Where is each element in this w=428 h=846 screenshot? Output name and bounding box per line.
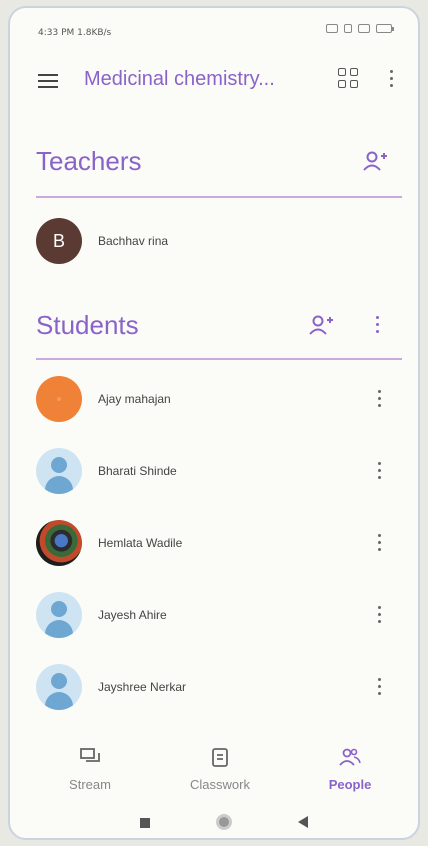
classroom-apps-icon[interactable] bbox=[338, 68, 360, 90]
student-name: Jayshree Nerkar bbox=[98, 680, 187, 694]
avatar bbox=[36, 664, 82, 710]
student-row[interactable]: Jayesh Ahire bbox=[36, 592, 396, 646]
students-divider bbox=[36, 358, 402, 360]
student-name: Jayesh Ahire bbox=[98, 608, 167, 622]
class-title: Medicinal chemistry... bbox=[84, 68, 275, 90]
teachers-header: Teachers bbox=[36, 146, 402, 186]
phone-screen: 4:33 PM 1.8KB/s Medicinal chemistry... T… bbox=[8, 6, 420, 840]
more-vert-icon[interactable] bbox=[376, 462, 382, 482]
more-vert-icon[interactable] bbox=[388, 70, 394, 90]
system-navigation bbox=[10, 808, 418, 838]
signal-icon bbox=[344, 24, 352, 33]
add-person-icon[interactable] bbox=[308, 314, 334, 336]
student-row[interactable]: Hemlata Wadile bbox=[36, 520, 396, 574]
bottom-navigation: Stream Classwork People bbox=[10, 738, 418, 800]
student-row[interactable]: Ajay mahajan bbox=[36, 376, 396, 430]
signal-icon bbox=[358, 24, 370, 33]
back-icon[interactable] bbox=[296, 815, 310, 829]
nav-label: People bbox=[328, 777, 372, 792]
student-row[interactable]: Bharati Shinde bbox=[36, 448, 396, 502]
classwork-icon bbox=[212, 748, 228, 767]
avatar bbox=[36, 592, 82, 638]
student-name: Ajay mahajan bbox=[98, 392, 171, 406]
avatar: B bbox=[36, 218, 82, 264]
nav-label: Classwork bbox=[190, 777, 250, 792]
avatar bbox=[36, 376, 82, 422]
add-person-icon[interactable] bbox=[362, 150, 388, 172]
more-vert-icon[interactable] bbox=[376, 390, 382, 410]
avatar bbox=[36, 520, 82, 566]
nav-people[interactable]: People bbox=[290, 738, 410, 792]
home-icon[interactable] bbox=[216, 814, 232, 830]
status-bar: 4:33 PM 1.8KB/s bbox=[10, 8, 418, 52]
student-name: Bharati Shinde bbox=[98, 464, 177, 478]
status-icons bbox=[326, 24, 394, 33]
sim-icon bbox=[326, 24, 338, 33]
student-row[interactable]: Jayshree Nerkar bbox=[36, 664, 396, 718]
nav-stream[interactable]: Stream bbox=[30, 738, 150, 792]
students-heading: Students bbox=[36, 310, 139, 340]
more-vert-icon[interactable] bbox=[374, 316, 380, 336]
nav-classwork[interactable]: Classwork bbox=[160, 738, 280, 792]
teacher-name: Bachhav rina bbox=[98, 234, 169, 248]
student-name: Hemlata Wadile bbox=[98, 536, 183, 550]
students-header: Students bbox=[36, 310, 402, 350]
battery-icon bbox=[376, 24, 394, 33]
more-vert-icon[interactable] bbox=[376, 534, 382, 554]
nav-label: Stream bbox=[69, 777, 111, 792]
more-vert-icon[interactable] bbox=[376, 678, 382, 698]
app-bar: Medicinal chemistry... bbox=[10, 54, 418, 110]
teacher-row[interactable]: B Bachhav rina bbox=[36, 218, 396, 272]
more-vert-icon[interactable] bbox=[376, 606, 382, 626]
status-time: 4:33 PM 1.8KB/s bbox=[38, 28, 112, 38]
stream-icon bbox=[80, 748, 100, 762]
teachers-divider bbox=[36, 196, 402, 198]
avatar bbox=[36, 448, 82, 494]
people-icon bbox=[339, 748, 361, 766]
recent-apps-icon[interactable] bbox=[140, 818, 150, 828]
teachers-heading: Teachers bbox=[36, 146, 142, 176]
hamburger-menu-icon[interactable] bbox=[38, 74, 58, 88]
